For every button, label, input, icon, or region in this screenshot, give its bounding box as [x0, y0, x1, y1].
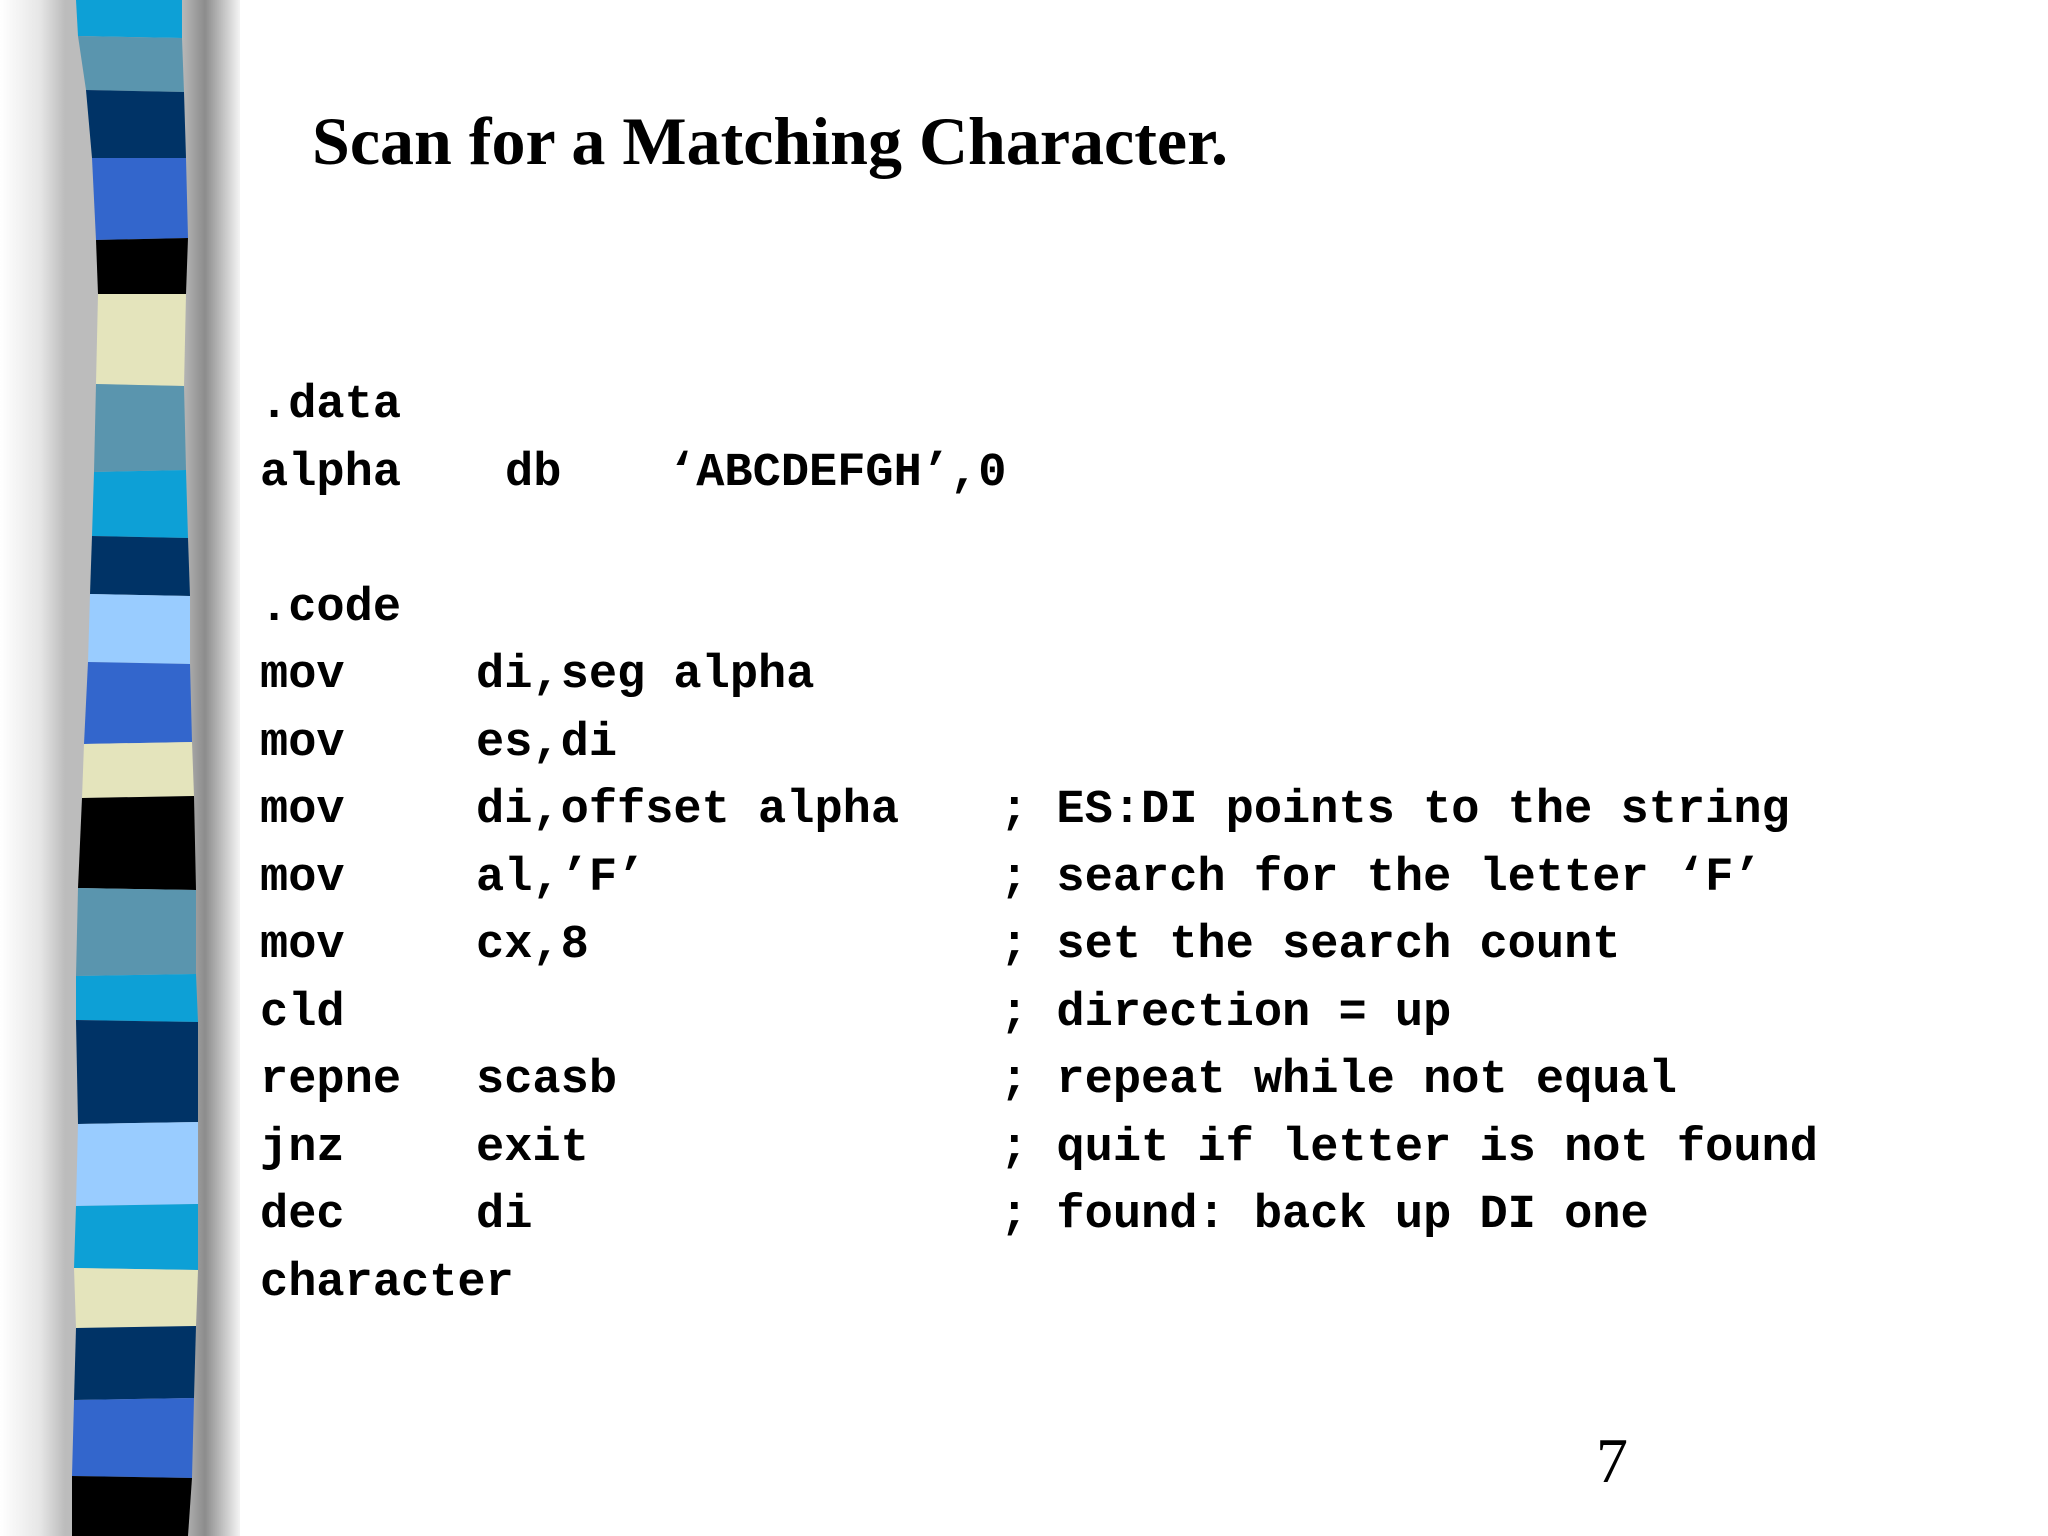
- code-comment: ; search for the letter ‘F’: [1000, 851, 1762, 905]
- data-section-label: .data: [260, 379, 402, 432]
- data-label: alpha: [260, 446, 402, 500]
- code-operand: di,seg alpha: [476, 649, 815, 702]
- stripe-19: [74, 1268, 198, 1328]
- code-line-code-directive: .code: [260, 575, 401, 643]
- stripe-22: [72, 1476, 192, 1536]
- code-opcode: repne: [260, 1054, 402, 1107]
- stripe-6: [96, 294, 186, 386]
- code-comment: ; direction = up: [1000, 986, 1452, 1040]
- stripe-17: [76, 1122, 198, 1206]
- stripe-11: [84, 662, 192, 744]
- code-line: mov es,di: [260, 710, 617, 778]
- code-line: repne scasb ; repeat while not equal: [260, 1047, 1677, 1115]
- data-value: ‘ABCDEFGH’,0: [668, 446, 1007, 500]
- code-operand: di: [476, 1189, 533, 1242]
- stripe-10: [88, 594, 190, 664]
- code-line-alpha-def: alpha db ‘ABCDEFGH’,0: [260, 440, 1006, 508]
- stripe-7: [94, 384, 186, 472]
- code-line: jnz exit ; quit if letter is not found: [260, 1115, 1818, 1183]
- stripe-9: [90, 536, 190, 596]
- code-line: dec di ; found: back up DI one: [260, 1182, 1649, 1250]
- stripe-1: [76, 0, 182, 38]
- code-opcode: mov: [260, 784, 345, 837]
- code-operand: es,di: [476, 716, 618, 770]
- stripe-16: [76, 1020, 198, 1124]
- code-line-data-directive: .data: [260, 372, 401, 440]
- code-line: mov cx,8 ; set the search count: [260, 912, 1621, 980]
- code-operand: cx,8: [476, 919, 589, 972]
- code-operand: exit: [476, 1121, 589, 1175]
- code-line: cld ; direction = up: [260, 980, 1451, 1048]
- stripe-18: [74, 1204, 198, 1270]
- stripe-12: [82, 742, 194, 798]
- stripe-13: [78, 796, 196, 890]
- code-section-label: .code: [260, 581, 402, 635]
- code-comment: ; ES:DI points to the string: [1000, 784, 1790, 837]
- decorative-stripe-bar: [72, 0, 200, 1536]
- code-line-wrapped: character: [260, 1250, 514, 1318]
- page-number: 7: [1596, 1425, 1628, 1496]
- code-operand: scasb: [476, 1054, 618, 1107]
- code-opcode: mov: [260, 649, 345, 702]
- code-line: mov di,offset alpha ; ES:DI points to th…: [260, 777, 1790, 845]
- slide-title: Scan for a Matching Character.: [312, 103, 1229, 179]
- code-opcode: mov: [260, 851, 345, 905]
- stripe-3: [86, 90, 186, 158]
- code-comment: ; found: back up DI one: [1000, 1189, 1649, 1242]
- stripe-21: [72, 1398, 194, 1478]
- code-wrap-text: character: [260, 1256, 514, 1310]
- stripe-4: [92, 158, 188, 240]
- code-opcode: mov: [260, 716, 345, 770]
- stripe-8: [92, 470, 188, 538]
- code-comment: ; repeat while not equal: [1000, 1054, 1677, 1107]
- data-directive: db: [505, 446, 562, 500]
- stripe-15: [76, 974, 198, 1022]
- code-line: mov al,’F’ ; search for the letter ‘F’: [260, 845, 1762, 913]
- code-opcode: jnz: [260, 1121, 345, 1175]
- stripe-20: [74, 1326, 196, 1400]
- code-operand: di,offset alpha: [476, 784, 900, 837]
- code-opcode: dec: [260, 1189, 345, 1242]
- code-listing: .data alpha db ‘ABCDEFGH’,0 .code mov di…: [260, 372, 1818, 1318]
- stripe-2: [78, 36, 184, 92]
- code-opcode: mov: [260, 919, 345, 972]
- code-line: mov di,seg alpha: [260, 642, 814, 710]
- code-comment: ; set the search count: [1000, 919, 1621, 972]
- code-opcode: cld: [260, 986, 345, 1040]
- code-operand: al,’F’: [476, 851, 646, 905]
- stripe-5: [96, 238, 188, 294]
- code-comment: ; quit if letter is not found: [1000, 1121, 1818, 1175]
- stripe-14: [76, 888, 196, 976]
